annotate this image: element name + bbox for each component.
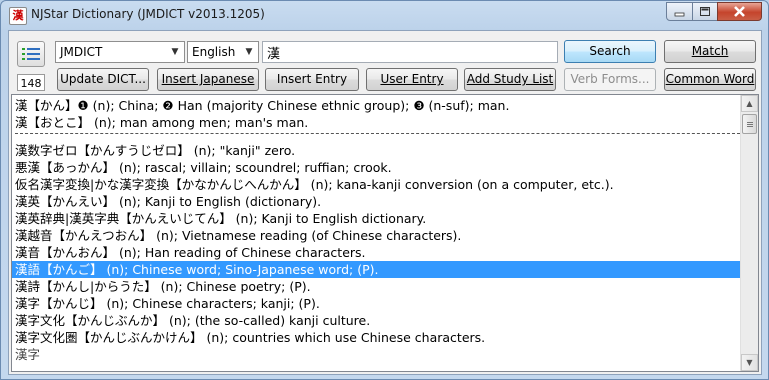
list-item[interactable]: 悪漢【あっかん】 (n); rascal; villain; scoundrel… [15, 159, 392, 176]
list-item[interactable]: 漢【かん】❶ (n); China; ❷ Han (majority Chine… [15, 97, 509, 114]
search-input[interactable] [262, 41, 558, 63]
main-panel: 148 JMDICT ▼ English ▼ Search Match Upda… [8, 30, 762, 375]
list-item-partial: 漢字 [15, 347, 41, 362]
match-button[interactable]: Match [664, 40, 756, 63]
verb-forms-button[interactable]: Verb Forms... [564, 68, 656, 91]
dictionary-select[interactable]: JMDICT ▼ [55, 41, 185, 63]
dictionary-select-value: JMDICT [60, 45, 103, 59]
search-button[interactable]: Search [564, 40, 656, 63]
maximize-icon [693, 3, 717, 20]
insert-entry-button[interactable]: Insert Entry [265, 68, 359, 91]
language-select-value: English [192, 45, 236, 59]
user-entry-button[interactable]: User Entry [366, 68, 458, 91]
app-icon[interactable]: 漢 [9, 7, 27, 25]
minimize-icon [667, 3, 692, 20]
vertical-scrollbar[interactable]: ▲ ▼ [740, 95, 758, 371]
result-count: 148 [17, 74, 45, 91]
close-icon [718, 3, 761, 20]
list-item[interactable]: 漢越音【かんえつおん】 (n); Vietnamese reading (of … [15, 227, 461, 244]
divider [15, 133, 740, 134]
list-item[interactable]: 漢音【かんおん】 (n); Han reading of Chinese cha… [15, 244, 366, 261]
list-item[interactable]: 漢英【かんえい】 (n); Kanji to English (dictiona… [15, 193, 321, 210]
scroll-up-icon[interactable]: ▲ [741, 95, 758, 112]
list-item[interactable]: 仮名漢字変換|かな漢字変換【かなかんじへんかん】 (n); kana-kanji… [15, 176, 614, 193]
scroll-thumb[interactable] [742, 114, 757, 134]
title-bar[interactable]: 漢 NJStar Dictionary (JMDICT v2013.1205) [1, 1, 768, 29]
add-study-list-button[interactable]: Add Study List [464, 68, 556, 91]
maximize-button[interactable] [692, 2, 718, 21]
chevron-down-icon: ▼ [245, 47, 253, 57]
list-item[interactable]: 漢字【かんじ】 (n); Chinese characters; kanji; … [15, 295, 320, 312]
results-pane[interactable]: 漢【かん】❶ (n); China; ❷ Han (majority Chine… [11, 94, 759, 372]
chevron-down-icon: ▼ [171, 47, 179, 57]
list-item[interactable]: 漢字文化【かんじぶんか】 (n); (the so-called) kanji … [15, 312, 370, 329]
app-window: 漢 NJStar Dictionary (JMDICT v2013.1205) … [0, 0, 769, 380]
list-item-selected[interactable]: 漢語【かんご】 (n); Chinese word; Sino-Japanese… [12, 261, 743, 278]
word-list-button[interactable] [17, 41, 45, 67]
window-title: NJStar Dictionary (JMDICT v2013.1205) [31, 7, 265, 21]
scroll-down-icon[interactable]: ▼ [741, 354, 758, 371]
update-dict-button[interactable]: Update DICT... [57, 68, 149, 91]
close-button[interactable] [717, 2, 762, 21]
list-item[interactable]: 漢【おとこ】 (n); man among men; man's man. [15, 114, 308, 131]
list-item[interactable]: 漢詩【かんし|からうた】 (n); Chinese poetry; (P). [15, 278, 311, 295]
language-select[interactable]: English ▼ [187, 41, 259, 63]
list-item[interactable]: 漢字文化圏【かんじぶんかけん】 (n); countries which use… [15, 329, 485, 346]
common-word-button[interactable]: Common Word [664, 68, 756, 91]
list-item[interactable]: 漢英辞典|漢英字典【かんえいじてん】 (n); Kanji to English… [15, 210, 426, 227]
insert-japanese-button[interactable]: Insert Japanese [157, 68, 259, 91]
minimize-button[interactable] [666, 2, 693, 21]
list-item[interactable]: 漢数字ゼロ【かんすうじゼロ】 (n); "kanji" zero. [15, 142, 295, 159]
